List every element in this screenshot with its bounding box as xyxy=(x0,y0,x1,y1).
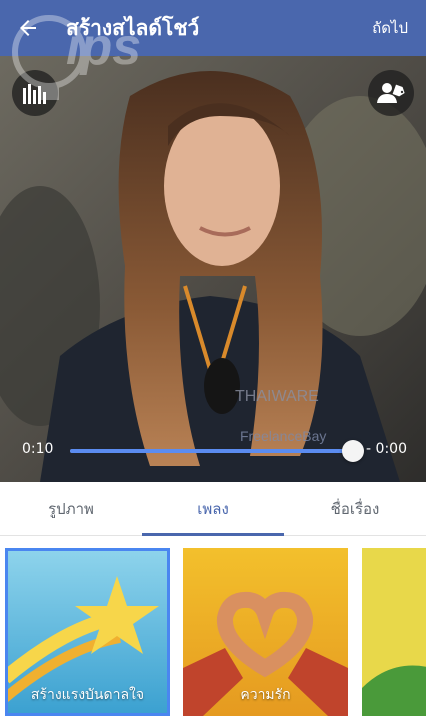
equalizer-icon xyxy=(23,84,46,104)
partial-card-art xyxy=(362,548,426,716)
tag-people-button[interactable] xyxy=(368,70,414,116)
progress-fill xyxy=(70,449,353,453)
tab-photos[interactable]: รูปภาพ xyxy=(0,482,142,536)
next-button[interactable]: ถัดไป xyxy=(372,16,408,40)
svg-text:THAIWARE: THAIWARE xyxy=(235,388,319,405)
arrow-left-icon xyxy=(20,20,36,36)
music-card-label: สร้างแรงบันดาลใจ xyxy=(30,687,145,703)
page-title: สร้างสไลด์โชว์ xyxy=(66,16,200,40)
tab-title[interactable]: ชื่อเรื่อง xyxy=(284,482,426,536)
progress-slider[interactable] xyxy=(70,449,353,453)
svg-text:FreelanceBay: FreelanceBay xyxy=(240,428,326,444)
tab-bar: รูปภาพ เพลง ชื่อเรื่อง xyxy=(0,482,426,536)
elapsed-time: 0:10 xyxy=(22,441,54,457)
music-card-next[interactable] xyxy=(362,548,426,716)
tab-label: ชื่อเรื่อง xyxy=(330,500,380,518)
tag-person-icon xyxy=(377,83,405,103)
remaining-time: - 0:00 xyxy=(366,441,407,457)
preview-photo: THAIWARE FreelanceBay xyxy=(0,56,426,482)
slideshow-preview: THAIWARE FreelanceBay 0:10 - 0:00 xyxy=(0,56,426,482)
tab-label: รูปภาพ xyxy=(48,500,94,518)
top-bar: สร้างสไลด์โชว์ ถัดไป xyxy=(0,0,426,56)
slider-handle[interactable] xyxy=(342,440,364,462)
music-carousel: สร้างแรงบันดาลใจ ความรัก xyxy=(0,536,426,728)
music-equalizer-button[interactable] xyxy=(12,70,58,116)
music-card-love[interactable]: ความรัก xyxy=(183,548,348,716)
tab-label: เพลง xyxy=(197,500,229,518)
music-card-label: ความรัก xyxy=(240,687,291,703)
music-card-inspiration[interactable]: สร้างแรงบันดาลใจ xyxy=(5,548,170,716)
tab-music[interactable]: เพลง xyxy=(142,482,284,536)
back-button[interactable] xyxy=(14,14,42,42)
